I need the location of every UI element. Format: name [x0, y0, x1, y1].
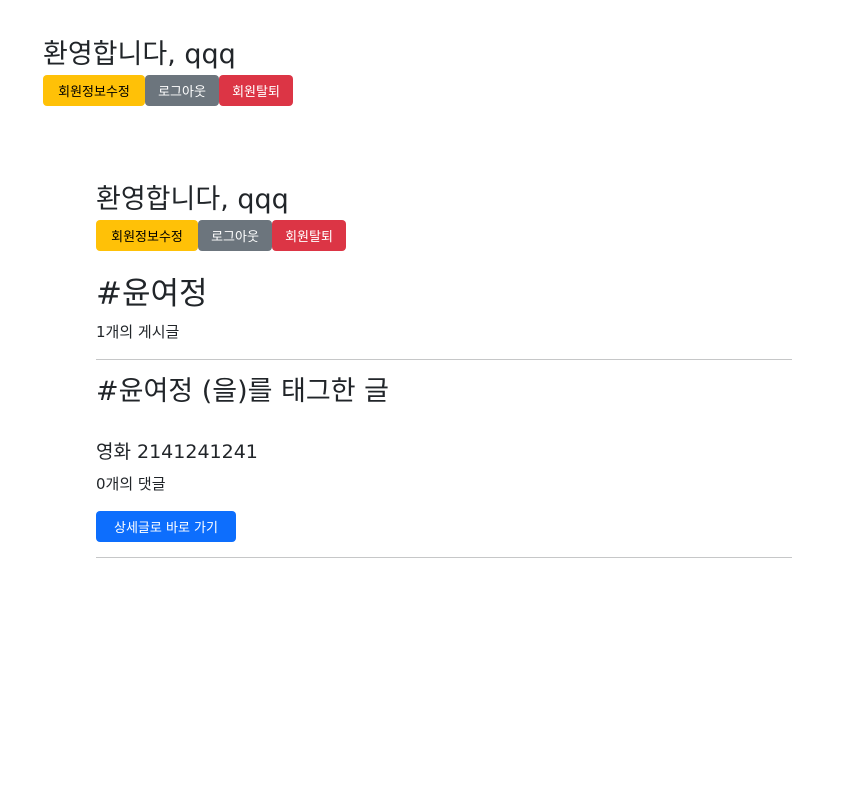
- tagged-posts-title: #윤여정 (을)를 태그한 글: [96, 376, 389, 407]
- hashtag-title: #윤여정: [96, 276, 208, 312]
- welcome-heading: 환영합니다, qqq: [43, 39, 236, 70]
- divider: [96, 359, 792, 360]
- comment-count: 0개의 댓글: [96, 475, 166, 493]
- logout-button[interactable]: 로그아웃: [145, 75, 219, 106]
- top-user-header: 환영합니다, qqq 회원정보수정 로그아웃 회원탈퇴: [43, 36, 293, 106]
- account-button-group: 회원정보수정 로그아웃 회원탈퇴: [43, 75, 293, 106]
- inner-edit-profile-button[interactable]: 회원정보수정: [96, 220, 198, 251]
- main-container: 환영합니다, qqq 회원정보수정 로그아웃 회원탈퇴 #윤여정 1개의 게시글…: [96, 181, 792, 558]
- post-title: 영화 2141241241: [96, 441, 258, 463]
- edit-profile-button[interactable]: 회원정보수정: [43, 75, 145, 106]
- inner-account-button-group: 회원정보수정 로그아웃 회원탈퇴: [96, 220, 792, 251]
- post-count: 1개의 게시글: [96, 323, 180, 341]
- withdraw-button[interactable]: 회원탈퇴: [219, 75, 293, 106]
- post-list: 영화 2141241241 0개의 댓글 상세글로 바로 가기: [96, 439, 792, 558]
- list-item: 영화 2141241241 0개의 댓글 상세글로 바로 가기: [96, 439, 792, 558]
- inner-withdraw-button[interactable]: 회원탈퇴: [272, 220, 346, 251]
- view-detail-button[interactable]: 상세글로 바로 가기: [96, 511, 236, 542]
- divider: [96, 557, 792, 558]
- inner-welcome-heading: 환영합니다, qqq: [96, 184, 289, 215]
- inner-logout-button[interactable]: 로그아웃: [198, 220, 272, 251]
